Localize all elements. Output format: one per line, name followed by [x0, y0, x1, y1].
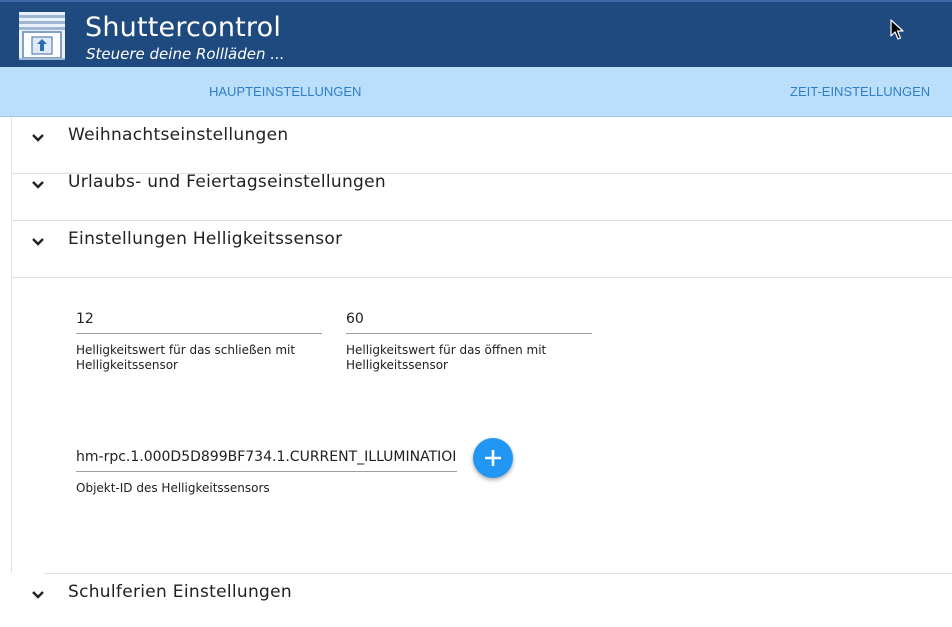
add-object-id-button[interactable]: [473, 438, 513, 478]
plus-icon: [485, 450, 501, 466]
panel-helligkeitssensor[interactable]: Einstellungen Helligkeitssensor: [12, 221, 952, 278]
panel-title: Weihnachtseinstellungen: [68, 125, 289, 145]
app-subtitle: Steuere deine Rollläden ...: [86, 45, 285, 63]
chevron-down-icon: [30, 130, 46, 146]
open-brightness-field[interactable]: 60 Helligkeitswert für das öffnen mit He…: [346, 309, 592, 373]
app-title: Shuttercontrol: [85, 12, 282, 43]
chevron-down-icon: [30, 177, 46, 193]
mouse-cursor-icon: [890, 19, 904, 41]
settings-content: Weihnachtseinstellungen Urlaubs- und Fei…: [0, 117, 952, 627]
close-brightness-input[interactable]: 12: [76, 309, 322, 333]
chevron-down-icon: [30, 587, 46, 603]
input-underline: [76, 471, 457, 472]
sensor-object-id-input[interactable]: hm-rpc.1.000D5D899BF734.1.CURRENT_ILLUMI…: [76, 447, 457, 471]
close-brightness-field[interactable]: 12 Helligkeitswert für das schließen mit…: [76, 309, 322, 373]
input-underline: [76, 333, 322, 334]
panel-title: Einstellungen Helligkeitssensor: [68, 229, 343, 249]
tab-zeit-einstellungen[interactable]: ZEIT-EINSTELLUNGEN: [790, 67, 930, 117]
open-brightness-input[interactable]: 60: [346, 309, 592, 333]
tab-haupteinstellungen[interactable]: HAUPTEINSTELLUNGEN: [209, 67, 361, 117]
chevron-down-icon: [30, 234, 46, 250]
panel-schulferien-einstellungen[interactable]: Schulferien Einstellungen: [12, 574, 952, 627]
panel-urlaubs-feiertagseinstellungen[interactable]: Urlaubs- und Feiertagseinstellungen: [12, 164, 952, 221]
close-brightness-label: Helligkeitswert für das schließen mit He…: [76, 343, 296, 372]
panel-title: Urlaubs- und Feiertagseinstellungen: [68, 172, 386, 192]
tab-bar: HAUPTEINSTELLUNGEN ZEIT-EINSTELLUNGEN: [0, 67, 952, 117]
input-underline: [346, 333, 592, 334]
app-header: Shuttercontrol Steuere deine Rollläden .…: [0, 0, 952, 67]
shutter-logo-icon: [19, 12, 65, 60]
panel-title: Schulferien Einstellungen: [68, 582, 292, 602]
sensor-object-id-field[interactable]: hm-rpc.1.000D5D899BF734.1.CURRENT_ILLUMI…: [76, 447, 457, 496]
sensor-object-id-label: Objekt-ID des Helligkeitssensors: [76, 481, 270, 495]
open-brightness-label: Helligkeitswert für das öffnen mit Helli…: [346, 343, 547, 372]
